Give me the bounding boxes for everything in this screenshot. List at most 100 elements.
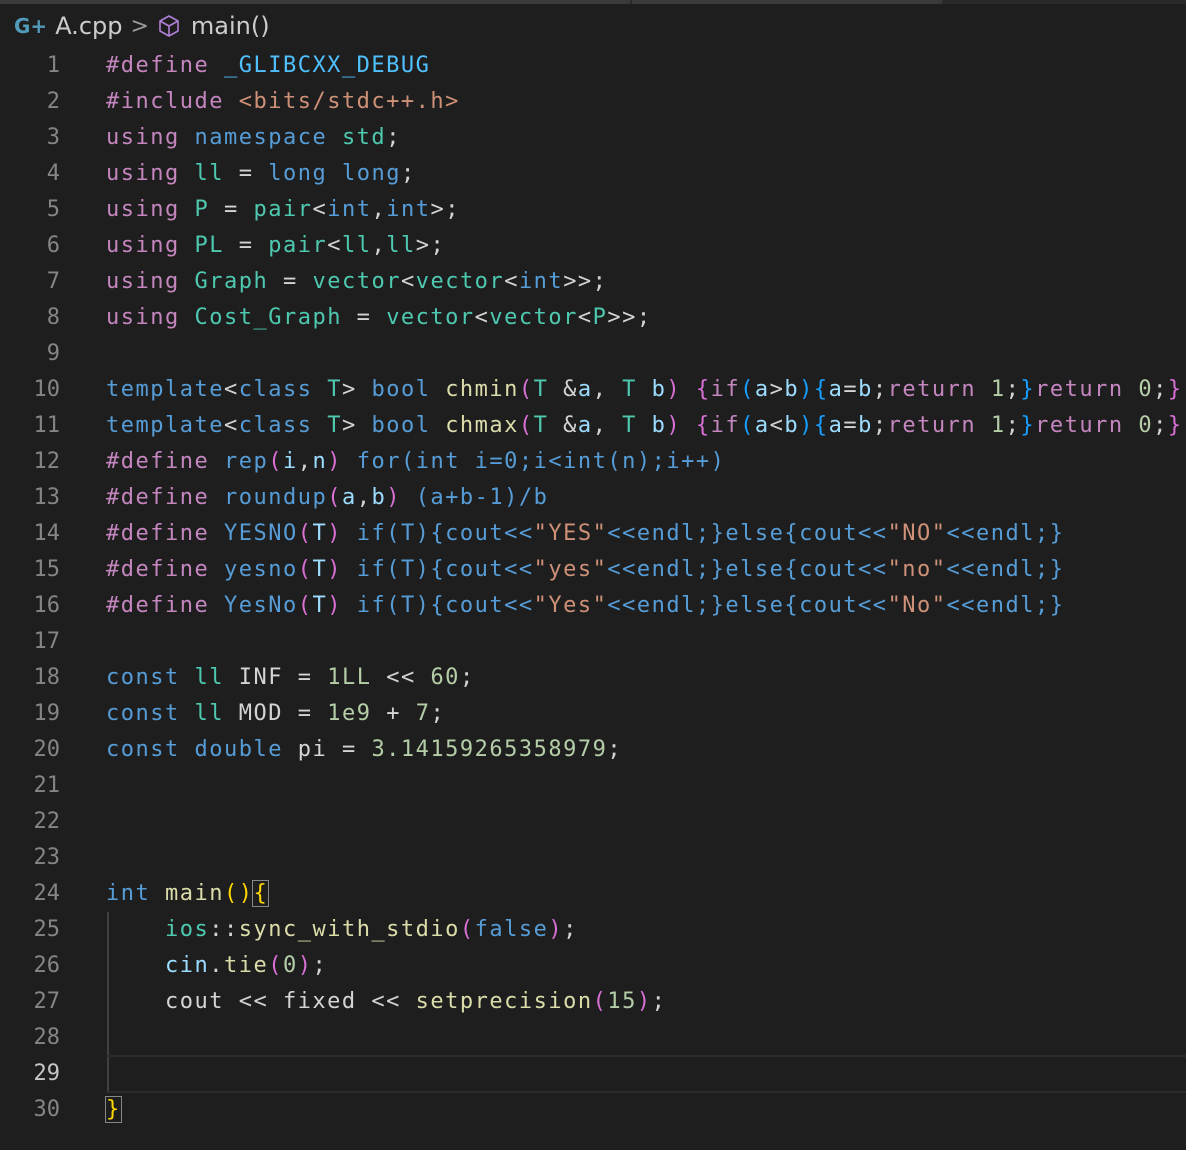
line-number: 14 bbox=[33, 521, 61, 546]
code-line[interactable] bbox=[106, 768, 1186, 804]
breadcrumb-symbol[interactable]: main() bbox=[191, 12, 270, 40]
code-token: if(T){cout<< bbox=[356, 557, 534, 582]
code-token: ll bbox=[341, 233, 372, 258]
code-line[interactable]: cin.tie(0); bbox=[106, 948, 1186, 984]
code-line[interactable]: template<class T> bool chmin(T &a, T b) … bbox=[106, 372, 1186, 408]
code-token: a bbox=[577, 413, 593, 438]
code-line[interactable]: using namespace std; bbox=[106, 120, 1186, 156]
line-number: 4 bbox=[46, 161, 60, 186]
code-token: cin bbox=[164, 953, 210, 978]
code-line[interactable]: ios::sync_with_stdio(false); bbox=[106, 912, 1186, 948]
code-line[interactable]: #define _GLIBCXX_DEBUG bbox=[106, 48, 1186, 84]
code-token: double bbox=[194, 737, 298, 762]
code-token: Graph bbox=[194, 269, 269, 294]
code-token: b bbox=[858, 413, 873, 438]
line-number: 8 bbox=[46, 305, 60, 330]
code-token: using bbox=[106, 125, 195, 150]
line-number: 24 bbox=[33, 881, 61, 906]
code-token: >>; bbox=[607, 305, 652, 330]
line-number: 1 bbox=[46, 53, 60, 78]
line-number: 6 bbox=[46, 233, 60, 258]
code-token: Cost_Graph bbox=[194, 305, 342, 330]
code-token: namespace bbox=[194, 125, 342, 150]
code-token: { bbox=[252, 880, 270, 907]
code-token: < bbox=[327, 233, 342, 258]
code-token: ; bbox=[430, 701, 446, 726]
code-token: } bbox=[1020, 377, 1036, 402]
code-token: b bbox=[651, 413, 667, 438]
code-token: "NO" bbox=[887, 521, 947, 546]
code-token: a bbox=[828, 377, 844, 402]
code-line[interactable]: #define roundup(a,b) (a+b-1)/b bbox=[106, 480, 1186, 516]
code-line[interactable] bbox=[106, 624, 1186, 660]
code-token: ( bbox=[740, 377, 755, 402]
code-token: T bbox=[312, 593, 328, 618]
code-line[interactable]: template<class T> bool chmax(T &a, T b) … bbox=[106, 408, 1186, 444]
code-token: a bbox=[577, 377, 593, 402]
code-token: using bbox=[106, 161, 195, 186]
code-token: chmax bbox=[445, 413, 519, 438]
breadcrumb-separator: > bbox=[130, 13, 149, 39]
code-line[interactable]: #define YESNO(T) if(T){cout<<"YES"<<endl… bbox=[106, 516, 1186, 552]
code-line[interactable] bbox=[106, 336, 1186, 372]
code-token: } bbox=[105, 1096, 122, 1123]
code-line[interactable]: using PL = pair<ll,ll>; bbox=[106, 228, 1186, 264]
code-line[interactable] bbox=[106, 1020, 1186, 1056]
code-token: vector bbox=[489, 305, 578, 330]
code-token: < bbox=[474, 305, 490, 330]
code-token: #define bbox=[106, 449, 224, 474]
code-token: < bbox=[312, 197, 328, 222]
line-number: 26 bbox=[33, 953, 61, 978]
code-token: pi = bbox=[297, 737, 372, 762]
code-token: ; bbox=[312, 953, 328, 978]
code-editor[interactable]: #define _GLIBCXX_DEBUG #include <bits/std… bbox=[105, 48, 1186, 1128]
code-line[interactable]: const double pi = 3.14159265358979; bbox=[106, 732, 1186, 768]
code-token: , bbox=[592, 377, 623, 402]
code-token: ll bbox=[386, 233, 416, 258]
code-token: return bbox=[887, 377, 991, 402]
code-token: <<endl;} bbox=[946, 557, 1065, 582]
code-line[interactable]: #define YesNo(T) if(T){cout<<"Yes"<<endl… bbox=[106, 588, 1186, 624]
code-line[interactable]: using Graph = vector<vector<int>>; bbox=[106, 264, 1186, 300]
code-line[interactable]: using ll = long long; bbox=[106, 156, 1186, 192]
code-token: long long bbox=[268, 161, 401, 186]
code-token: ) bbox=[636, 989, 652, 1014]
code-line[interactable]: const ll INF = 1LL << 60; bbox=[106, 660, 1186, 696]
code-token: 1e9 bbox=[327, 701, 372, 726]
code-token: = bbox=[268, 269, 313, 294]
code-line[interactable]: int main(){ bbox=[106, 876, 1186, 912]
code-line[interactable]: #define rep(i,n) for(int i=0;i<int(n);i+… bbox=[106, 444, 1186, 480]
code-token: >; bbox=[430, 197, 460, 222]
code-token: <<endl;}else{cout<< bbox=[607, 521, 888, 546]
code-line[interactable]: using P = pair<int,int>; bbox=[106, 192, 1186, 228]
code-token: const bbox=[106, 737, 195, 762]
code-line[interactable] bbox=[106, 1055, 1186, 1093]
line-number: 17 bbox=[33, 629, 61, 654]
code-token: ) bbox=[799, 377, 814, 402]
code-token: & bbox=[563, 377, 578, 402]
code-line[interactable] bbox=[106, 840, 1186, 876]
code-token: using bbox=[106, 305, 195, 330]
code-line[interactable]: #define yesno(T) if(T){cout<<"yes"<<endl… bbox=[106, 552, 1186, 588]
code-line[interactable]: #include <bits/stdc++.h> bbox=[106, 84, 1186, 120]
code-token: ) bbox=[548, 917, 564, 942]
code-line[interactable]: } bbox=[105, 1092, 1186, 1128]
code-line[interactable] bbox=[106, 804, 1186, 840]
code-line[interactable]: using Cost_Graph = vector<vector<P>>; bbox=[106, 300, 1186, 336]
breadcrumb-file[interactable]: A.cpp bbox=[55, 12, 122, 40]
code-token: ll bbox=[194, 665, 224, 690]
code-token: ; bbox=[400, 161, 416, 186]
code-token: vector bbox=[312, 269, 401, 294]
code-line[interactable]: const ll MOD = 1e9 + 7; bbox=[106, 696, 1186, 732]
code-token: if bbox=[710, 377, 741, 402]
code-token: ( bbox=[518, 413, 534, 438]
code-token: 1 bbox=[990, 413, 1006, 438]
code-token: ) bbox=[327, 521, 342, 546]
code-token: = bbox=[223, 161, 269, 186]
code-token: tie bbox=[223, 953, 269, 978]
code-line[interactable]: cout << fixed << setprecision(15); bbox=[106, 984, 1186, 1020]
code-token: ( bbox=[268, 953, 283, 978]
code-token: b bbox=[784, 377, 800, 402]
